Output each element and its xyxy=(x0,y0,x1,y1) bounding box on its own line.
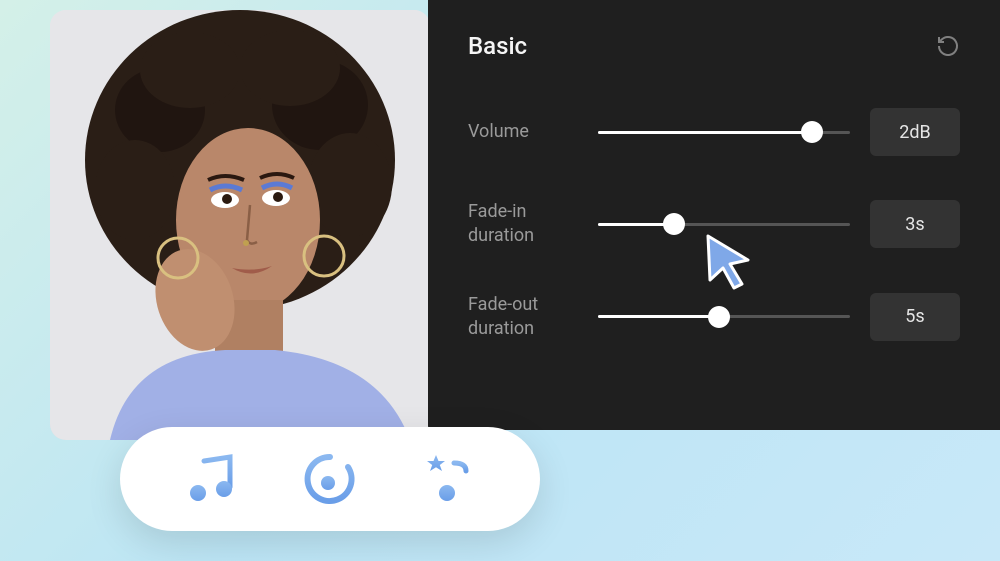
audio-settings-panel: Basic Volume 2dB Fade-in duration 3s xyxy=(428,0,1000,430)
audio-toolbar xyxy=(120,427,540,531)
reset-icon xyxy=(936,34,960,58)
fade-in-control: Fade-in duration 3s xyxy=(468,200,960,249)
fade-in-value[interactable]: 3s xyxy=(870,200,960,248)
reset-button[interactable] xyxy=(936,34,960,58)
volume-label: Volume xyxy=(468,120,578,144)
sound-effects-icon[interactable] xyxy=(416,449,476,509)
panel-title: Basic xyxy=(468,32,527,60)
fade-out-value[interactable]: 5s xyxy=(870,293,960,341)
fade-in-slider[interactable] xyxy=(598,213,850,235)
fade-out-control: Fade-out duration 5s xyxy=(468,293,960,342)
volume-slider[interactable] xyxy=(598,121,850,143)
video-preview xyxy=(50,10,430,440)
volume-value[interactable]: 2dB xyxy=(870,108,960,156)
fade-out-slider[interactable] xyxy=(598,306,850,328)
fade-in-label: Fade-in duration xyxy=(468,200,578,249)
person-illustration xyxy=(50,10,430,440)
fade-out-label: Fade-out duration xyxy=(468,293,578,342)
volume-control: Volume 2dB xyxy=(468,108,960,156)
audio-source-icon[interactable] xyxy=(300,449,360,509)
music-icon[interactable] xyxy=(184,449,244,509)
